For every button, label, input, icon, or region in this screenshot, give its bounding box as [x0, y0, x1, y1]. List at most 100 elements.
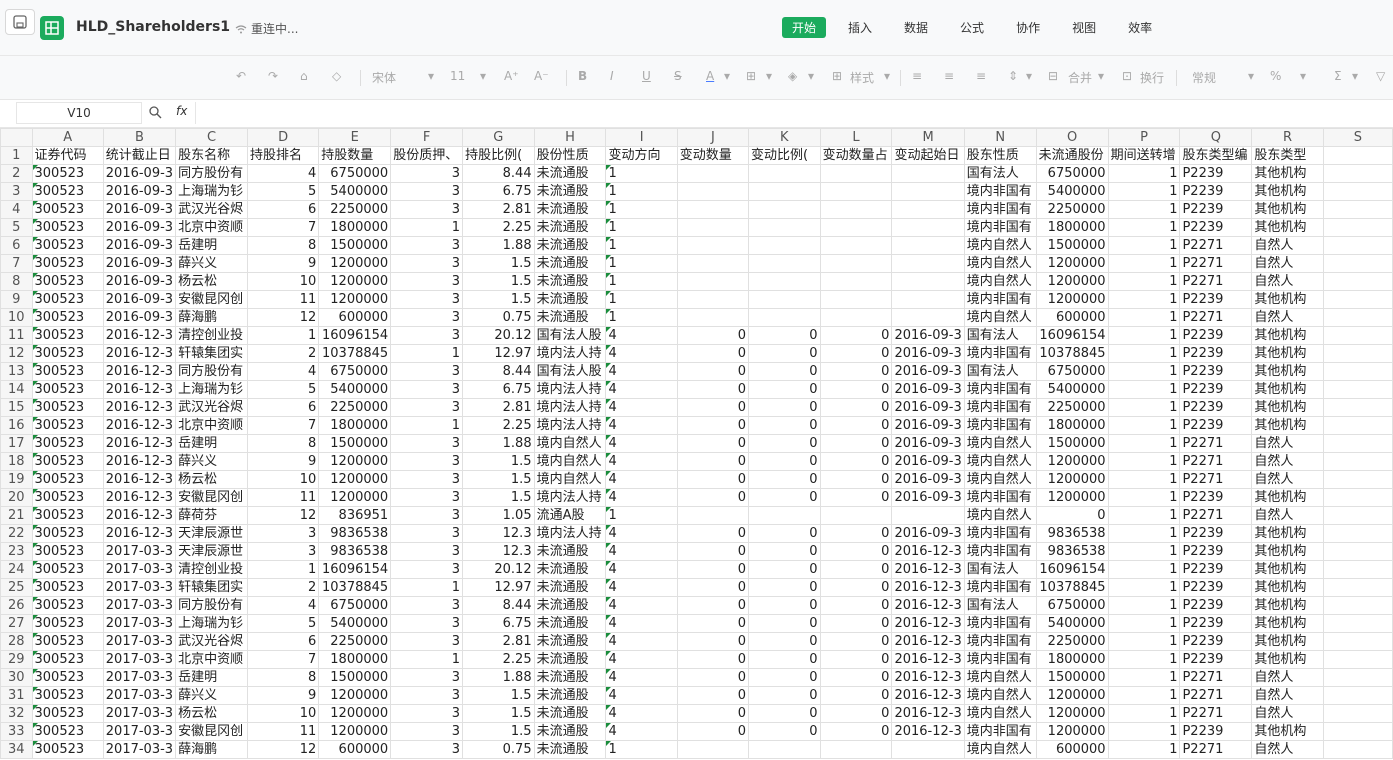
cell[interactable]: 300523: [31, 506, 104, 525]
cell[interactable]: [676, 272, 750, 291]
cell[interactable]: 4: [246, 362, 320, 381]
cell[interactable]: 9: [246, 452, 320, 471]
cell[interactable]: 变动方向: [605, 146, 678, 165]
cell[interactable]: 0: [676, 686, 750, 705]
cell[interactable]: [676, 290, 750, 309]
cell[interactable]: 其他机构: [1251, 632, 1324, 651]
cell[interactable]: 2016-09-3: [102, 200, 177, 219]
cell[interactable]: 5: [246, 614, 320, 633]
cell[interactable]: 6750000: [318, 164, 392, 183]
cell[interactable]: 未流通股: [533, 668, 607, 687]
cell[interactable]: 2250000: [318, 200, 392, 219]
cell[interactable]: 600000: [1035, 740, 1109, 759]
cell[interactable]: 武汉光谷烬: [175, 632, 248, 651]
cell[interactable]: 其他机构: [1251, 290, 1324, 309]
ribbon-tab[interactable]: 数据: [894, 17, 938, 38]
cell[interactable]: 1: [1107, 524, 1181, 543]
cell[interactable]: 0: [676, 452, 750, 471]
cell[interactable]: 16096154: [1035, 560, 1109, 579]
cell[interactable]: 2016-09-3: [891, 416, 965, 435]
cell[interactable]: 4: [605, 434, 678, 453]
cell[interactable]: 4: [605, 344, 678, 363]
cell[interactable]: 600000: [318, 308, 392, 327]
align-right-icon[interactable]: ≡: [976, 69, 986, 83]
cell[interactable]: 股份质押、: [390, 146, 464, 165]
cell[interactable]: 其他机构: [1251, 326, 1324, 345]
row-header[interactable]: 13: [0, 362, 33, 381]
cell[interactable]: 0: [819, 470, 893, 489]
row-header[interactable]: 34: [0, 740, 33, 759]
cell[interactable]: [1322, 506, 1393, 525]
cell[interactable]: P2271: [1179, 272, 1253, 291]
cell[interactable]: 2250000: [318, 398, 392, 417]
cell[interactable]: 0: [819, 686, 893, 705]
cell[interactable]: [1322, 182, 1393, 201]
cell[interactable]: 1: [1107, 614, 1181, 633]
cell[interactable]: 境内法人持: [533, 398, 607, 417]
cell[interactable]: [1322, 650, 1393, 669]
row-header[interactable]: 11: [0, 326, 33, 345]
cell[interactable]: 12: [246, 506, 320, 525]
cell[interactable]: 1.5: [462, 488, 535, 507]
cell[interactable]: 0: [748, 362, 821, 381]
cell[interactable]: 境内自然人: [533, 452, 607, 471]
cell[interactable]: P2239: [1179, 380, 1253, 399]
cell[interactable]: 300523: [31, 290, 104, 309]
cell[interactable]: [1322, 236, 1393, 255]
cell[interactable]: 9: [246, 254, 320, 273]
cell[interactable]: 2016-09-3: [891, 398, 965, 417]
cell[interactable]: 境内法人持: [533, 344, 607, 363]
cell[interactable]: [748, 740, 821, 759]
cell[interactable]: [1322, 434, 1393, 453]
chevron-down-icon[interactable]: ▾: [766, 69, 772, 83]
cell[interactable]: 1: [1107, 740, 1181, 759]
cell[interactable]: 境内非国有: [963, 614, 1037, 633]
cell[interactable]: 变动起始日: [891, 146, 965, 165]
cell[interactable]: [1322, 398, 1393, 417]
cell[interactable]: 4: [605, 650, 678, 669]
cell[interactable]: 上海瑞为钐: [175, 380, 248, 399]
cell[interactable]: [1322, 290, 1393, 309]
cell[interactable]: 境内自然人: [963, 470, 1037, 489]
cell[interactable]: 境内非国有: [963, 398, 1037, 417]
cell[interactable]: 杨云松: [175, 272, 248, 291]
strikethrough-icon[interactable]: S: [674, 69, 682, 83]
cell[interactable]: P2239: [1179, 614, 1253, 633]
cell[interactable]: [819, 182, 893, 201]
cell[interactable]: [1322, 740, 1393, 759]
cell[interactable]: 同方股份有: [175, 362, 248, 381]
cell[interactable]: 上海瑞为钐: [175, 614, 248, 633]
cell[interactable]: 300523: [31, 200, 104, 219]
number-format-select[interactable]: 常规: [1192, 69, 1216, 86]
cell[interactable]: 自然人: [1251, 506, 1324, 525]
undo-icon[interactable]: ↶: [236, 69, 246, 83]
cell[interactable]: 0: [748, 380, 821, 399]
row-header[interactable]: 16: [0, 416, 33, 435]
cell[interactable]: 其他机构: [1251, 218, 1324, 237]
font-size-down-button[interactable]: A⁻: [534, 69, 549, 83]
cell[interactable]: 3: [390, 668, 464, 687]
row-header[interactable]: 3: [0, 182, 33, 201]
cell[interactable]: 0: [676, 380, 750, 399]
cell[interactable]: 1200000: [1035, 254, 1109, 273]
cell[interactable]: 4: [605, 668, 678, 687]
cell[interactable]: 300523: [31, 560, 104, 579]
cell[interactable]: 2: [246, 578, 320, 597]
cell[interactable]: 上海瑞为钐: [175, 182, 248, 201]
cell[interactable]: [748, 272, 821, 291]
cell[interactable]: 其他机构: [1251, 344, 1324, 363]
cell[interactable]: P2239: [1179, 488, 1253, 507]
cell[interactable]: 自然人: [1251, 704, 1324, 723]
cell[interactable]: 300523: [31, 434, 104, 453]
cell[interactable]: 自然人: [1251, 668, 1324, 687]
cell[interactable]: [819, 254, 893, 273]
cell[interactable]: 薛荷芬: [175, 506, 248, 525]
cell[interactable]: 天津辰源世: [175, 542, 248, 561]
cell[interactable]: P2271: [1179, 434, 1253, 453]
cell[interactable]: 2250000: [318, 632, 392, 651]
cell[interactable]: 300523: [31, 614, 104, 633]
cell[interactable]: 境内自然人: [963, 272, 1037, 291]
cell[interactable]: 6.75: [462, 614, 535, 633]
cell[interactable]: [748, 236, 821, 255]
cell[interactable]: 3: [246, 542, 320, 561]
